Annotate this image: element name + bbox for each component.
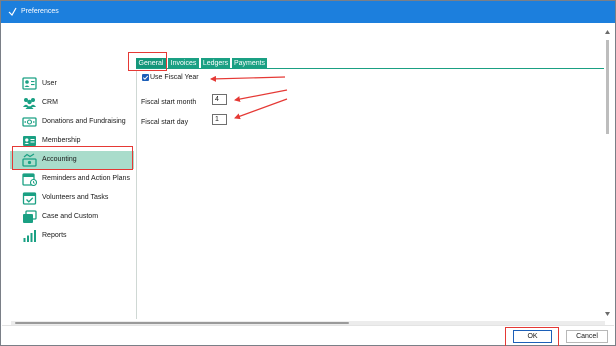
- sidebar-item-case-custom[interactable]: Case and Custom: [10, 208, 134, 226]
- fiscal-start-month-input[interactable]: 4: [212, 94, 227, 105]
- membership-card-icon: [23, 136, 36, 146]
- sidebar-item-donations[interactable]: Donations and Fundraising: [10, 113, 134, 131]
- app-logo-icon: [8, 7, 17, 16]
- title-bar: Preferences: [1, 1, 615, 23]
- ok-button[interactable]: OK: [513, 330, 552, 343]
- money-icon: [22, 117, 37, 127]
- preferences-window: Preferences User CRM Donations and Fundr…: [0, 0, 616, 346]
- cancel-button[interactable]: Cancel: [566, 330, 608, 343]
- ledger-money-icon: [22, 153, 37, 167]
- checkmark-icon: [142, 75, 149, 80]
- sidebar-item-label: Reports: [42, 232, 67, 239]
- sidebar-item-volunteers[interactable]: Volunteers and Tasks: [10, 189, 134, 207]
- sidebar-item-reminders[interactable]: Reminders and Action Plans: [10, 170, 134, 188]
- horizontal-scroll-thumb[interactable]: [15, 322, 349, 324]
- footer-divider: [2, 325, 614, 326]
- sidebar-item-user[interactable]: User: [10, 75, 134, 93]
- sidebar-item-label: Donations and Fundraising: [42, 118, 126, 125]
- sidebar-divider: [136, 71, 137, 319]
- tab-underline: [136, 68, 604, 69]
- vertical-scroll-thumb[interactable]: [606, 40, 609, 134]
- calendar-reminder-icon: [22, 173, 37, 186]
- fiscal-start-day-input[interactable]: 1: [212, 114, 227, 125]
- user-card-icon: [22, 77, 37, 90]
- sidebar-item-label: CRM: [42, 99, 58, 106]
- scroll-up-arrow-icon[interactable]: [605, 30, 610, 34]
- sidebar-item-label: User: [42, 80, 57, 87]
- sidebar-item-label: Accounting: [42, 156, 77, 163]
- window-title: Preferences: [21, 8, 59, 15]
- sidebar-item-label: Reminders and Action Plans: [42, 175, 130, 182]
- vertical-scrollbar[interactable]: [604, 28, 611, 318]
- folders-icon: [23, 210, 37, 223]
- use-fiscal-year-label: Use Fiscal Year: [150, 74, 199, 81]
- preferences-content: User CRM Donations and Fundraising Membe…: [2, 23, 614, 345]
- sidebar-item-label: Case and Custom: [42, 213, 99, 220]
- sidebar-item-reports[interactable]: Reports: [10, 227, 134, 245]
- fiscal-start-month-label: Fiscal start month: [141, 99, 197, 106]
- scroll-down-arrow-icon[interactable]: [605, 312, 610, 316]
- sidebar-item-label: Volunteers and Tasks: [42, 194, 109, 201]
- use-fiscal-year-checkbox[interactable]: [142, 74, 149, 81]
- sidebar-item-membership[interactable]: Membership: [10, 132, 134, 150]
- sidebar-item-accounting[interactable]: Accounting: [10, 151, 134, 169]
- fiscal-start-day-label: Fiscal start day: [141, 119, 189, 126]
- bar-chart-icon: [23, 230, 36, 242]
- sidebar-item-crm[interactable]: CRM: [10, 94, 134, 112]
- people-icon: [23, 98, 36, 109]
- sidebar-item-label: Membership: [42, 137, 81, 144]
- calendar-check-icon: [22, 192, 37, 205]
